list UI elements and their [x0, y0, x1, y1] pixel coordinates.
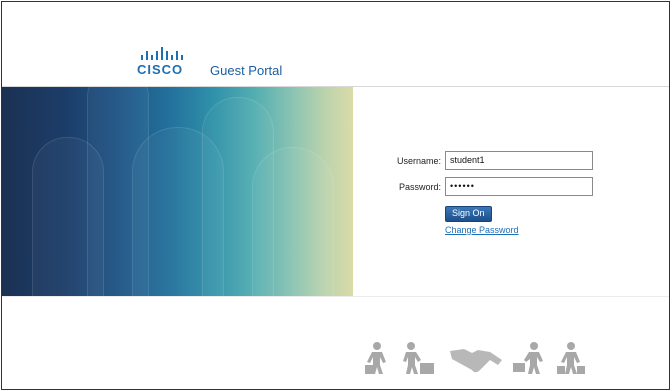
person-luggage-icon [365, 342, 386, 374]
hero-banner [2, 87, 353, 296]
login-panel: Username: student1 Password: •••••• Sign… [353, 87, 669, 296]
password-label: Password: [398, 182, 441, 192]
footer-divider [2, 296, 669, 297]
person-cart-icon [513, 342, 543, 374]
username-input[interactable]: student1 [445, 151, 593, 170]
person-bags-icon [557, 342, 585, 374]
portal-title: Guest Portal [210, 63, 283, 78]
sign-on-button[interactable]: Sign On [445, 206, 492, 222]
handshake-icon [450, 349, 502, 373]
person-crate-icon [403, 342, 434, 374]
change-password-link[interactable]: Change Password [445, 225, 519, 235]
footer-illustrations [364, 339, 594, 375]
username-label: Username: [396, 156, 441, 166]
portal-window: CISCO Guest Portal Username: student1 Pa… [1, 1, 670, 390]
cisco-bars-icon [141, 47, 183, 60]
header: CISCO Guest Portal [2, 2, 669, 86]
cisco-wordmark: CISCO [137, 62, 184, 77]
password-input[interactable]: •••••• [445, 177, 593, 196]
